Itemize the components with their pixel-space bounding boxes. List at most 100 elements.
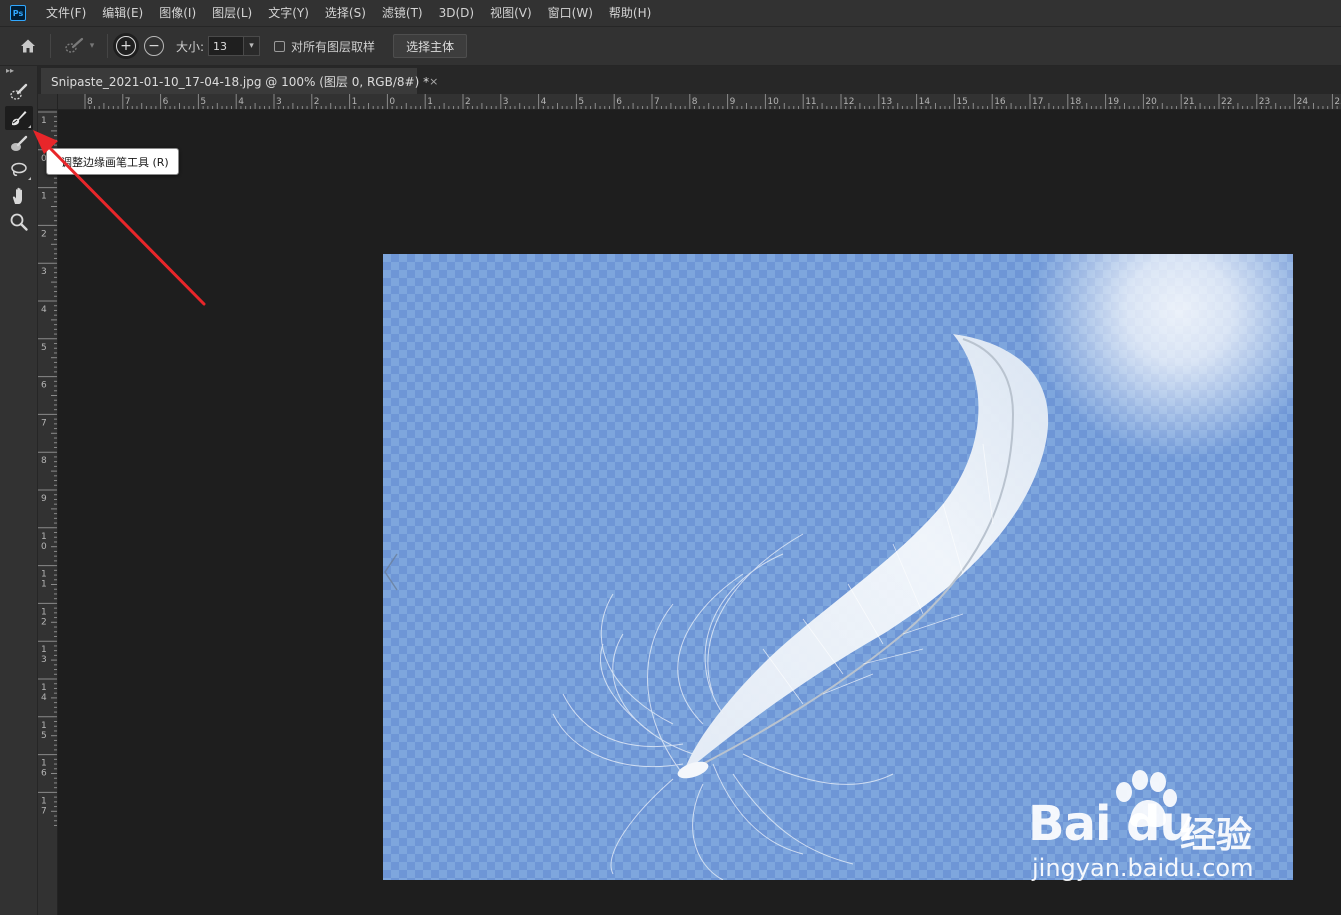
menu-item-6[interactable]: 滤镜(T) [374, 0, 431, 26]
quick-selection-tool[interactable] [5, 80, 33, 104]
ruler-label: 4 [41, 693, 47, 703]
ruler-label: 1 [427, 97, 433, 107]
menu-item-5[interactable]: 选择(S) [317, 0, 374, 26]
ruler-label: 15 [956, 97, 967, 107]
ruler-label: 1 [41, 607, 47, 617]
menu-item-1[interactable]: 编辑(E) [94, 0, 151, 26]
baidu-brand-cn: 经验 [1180, 815, 1253, 856]
baidu-url: jingyan.baidu.com [1032, 854, 1254, 882]
ruler-label: 1 [352, 97, 358, 107]
ruler-label: 24 [1297, 97, 1309, 107]
size-dropdown-button[interactable]: ▾ [244, 36, 261, 56]
menu-item-0[interactable]: 文件(F) [38, 0, 94, 26]
menu-items: 文件(F) 编辑(E) 图像(I) 图层(L) 文字(Y) 选择(S) 滤镜(T) 3D(D)… [38, 0, 659, 26]
menu-item-9[interactable]: 窗口(W) [540, 0, 601, 26]
ruler-label: 3 [41, 655, 47, 665]
photoshop-logo-icon: Ps [10, 5, 26, 21]
separator [50, 34, 51, 58]
close-icon[interactable]: × [429, 75, 438, 88]
ruler-label: 9 [41, 494, 47, 504]
menu-item-2[interactable]: 图像(I) [151, 0, 204, 26]
separator [107, 34, 108, 58]
ruler-label: 11 [805, 97, 816, 107]
lasso-tool[interactable] [5, 158, 33, 182]
tool-group-indicator [28, 177, 31, 180]
ruler-label: 2 [41, 229, 47, 239]
refine-edge-brush-icon [12, 111, 27, 126]
ruler-label: 6 [616, 97, 622, 107]
ruler-label: 7 [125, 97, 131, 107]
ruler-label: 7 [41, 418, 47, 428]
ruler-label: 1 [41, 570, 47, 580]
tool-tooltip: 调整边缘画笔工具 (R) [46, 148, 179, 175]
horizontal-ruler[interactable]: 8 7 6 5 4 3 2 1 0 1 2 3 4 5 6 7 8 9 10 11 12 13 14 15 16 17 18 19 20… [58, 94, 1341, 110]
brush-icon [11, 135, 28, 151]
ruler-label: 4 [541, 97, 547, 107]
hand-tool[interactable] [5, 184, 33, 208]
ruler-label: 17 [1032, 97, 1043, 107]
menu-item-8[interactable]: 视图(V) [482, 0, 540, 26]
menu-item-10[interactable]: 帮助(H) [601, 0, 659, 26]
brush-tool[interactable] [5, 132, 33, 156]
size-input[interactable]: 13 [208, 36, 245, 56]
menu-item-3[interactable]: 图层(L) [204, 0, 260, 26]
ruler-label: 25 [1334, 97, 1341, 107]
ruler-label: 1 [41, 116, 47, 126]
document-tab-title: Snipaste_2021-01-10_17-04-18.jpg @ 100% … [51, 74, 430, 89]
subtract-from-selection-button[interactable]: − [144, 36, 164, 56]
options-bar: ▾ + − 大小: 13 ▾ 对所有图层取样 选择主体 [0, 26, 1341, 66]
ruler-label: 2 [41, 617, 47, 627]
zoom-tool[interactable] [5, 210, 33, 234]
size-label: 大小: [176, 39, 205, 54]
document-tab[interactable]: Snipaste_2021-01-10_17-04-18.jpg @ 100% … [41, 68, 438, 94]
ruler-label: 1 [41, 192, 47, 202]
quick-selection-icon [10, 83, 28, 100]
ruler-origin[interactable] [38, 94, 58, 110]
select-subject-button[interactable]: 选择主体 [393, 34, 468, 58]
refine-edge-brush-tool[interactable] [5, 106, 33, 130]
ruler-label: 1 [41, 532, 47, 542]
hand-icon [12, 187, 22, 204]
ruler-label: 0 [389, 97, 395, 107]
ruler-label: 12 [843, 97, 854, 107]
add-to-selection-button[interactable]: + [116, 36, 136, 56]
ruler-label: 6 [163, 97, 169, 107]
ruler-label: 3 [503, 97, 509, 107]
menu-item-4[interactable]: 文字(Y) [260, 0, 317, 26]
chevron-down-icon: ▾ [89, 41, 95, 51]
ruler-label: 5 [578, 97, 584, 107]
lasso-icon [11, 162, 27, 176]
baidu-brand-text: Bai du [1028, 796, 1194, 852]
ruler-label: 5 [200, 97, 206, 107]
ruler-label: 21 [1183, 97, 1194, 107]
menu-bar: Ps 文件(F) 编辑(E) 图像(I) 图层(L) 文字(Y) 选择(S) 滤镜(T) 3D… [0, 0, 1341, 26]
ruler-label: 3 [41, 267, 47, 277]
vertical-ruler-ticks: 101234567891011121314151617 [38, 111, 57, 826]
ruler-label: 20 [1145, 97, 1157, 107]
ruler-label: 6 [41, 769, 47, 779]
vertical-ruler[interactable]: 101234567891011121314151617 [38, 110, 58, 915]
ruler-label: 1 [41, 721, 47, 731]
ruler-label: 6 [41, 381, 47, 391]
menu-item-7[interactable]: 3D(D) [431, 0, 482, 26]
ruler-label: 16 [994, 97, 1006, 107]
tool-preset-picker[interactable]: ▾ [59, 33, 99, 59]
ruler-label: 1 [41, 580, 47, 590]
ruler-label: 14 [919, 97, 931, 107]
ruler-label: 8 [692, 97, 698, 107]
ruler-label: 1 [41, 759, 47, 769]
ruler-label: 10 [767, 97, 779, 107]
tools-panel: ▸▸ [0, 66, 38, 915]
sample-all-layers-label: 对所有图层取样 [291, 39, 376, 54]
ruler-label: 4 [238, 97, 244, 107]
home-button[interactable] [14, 32, 42, 60]
tool-group-indicator [28, 125, 31, 128]
ruler-label: 5 [41, 731, 47, 741]
horizontal-ruler-ticks: 8 7 6 5 4 3 2 1 0 1 2 3 4 5 6 7 8 9 10 11 12 13 14 15 16 17 18 19 20… [84, 94, 1341, 109]
ruler-label: 4 [41, 305, 47, 315]
ruler-label: 3 [276, 97, 282, 107]
ruler-label: 5 [41, 343, 47, 353]
sample-all-layers-checkbox[interactable] [274, 40, 286, 52]
ruler-label: 19 [1108, 97, 1120, 107]
toolbar-collapse-button[interactable]: ▸▸ [0, 66, 37, 78]
